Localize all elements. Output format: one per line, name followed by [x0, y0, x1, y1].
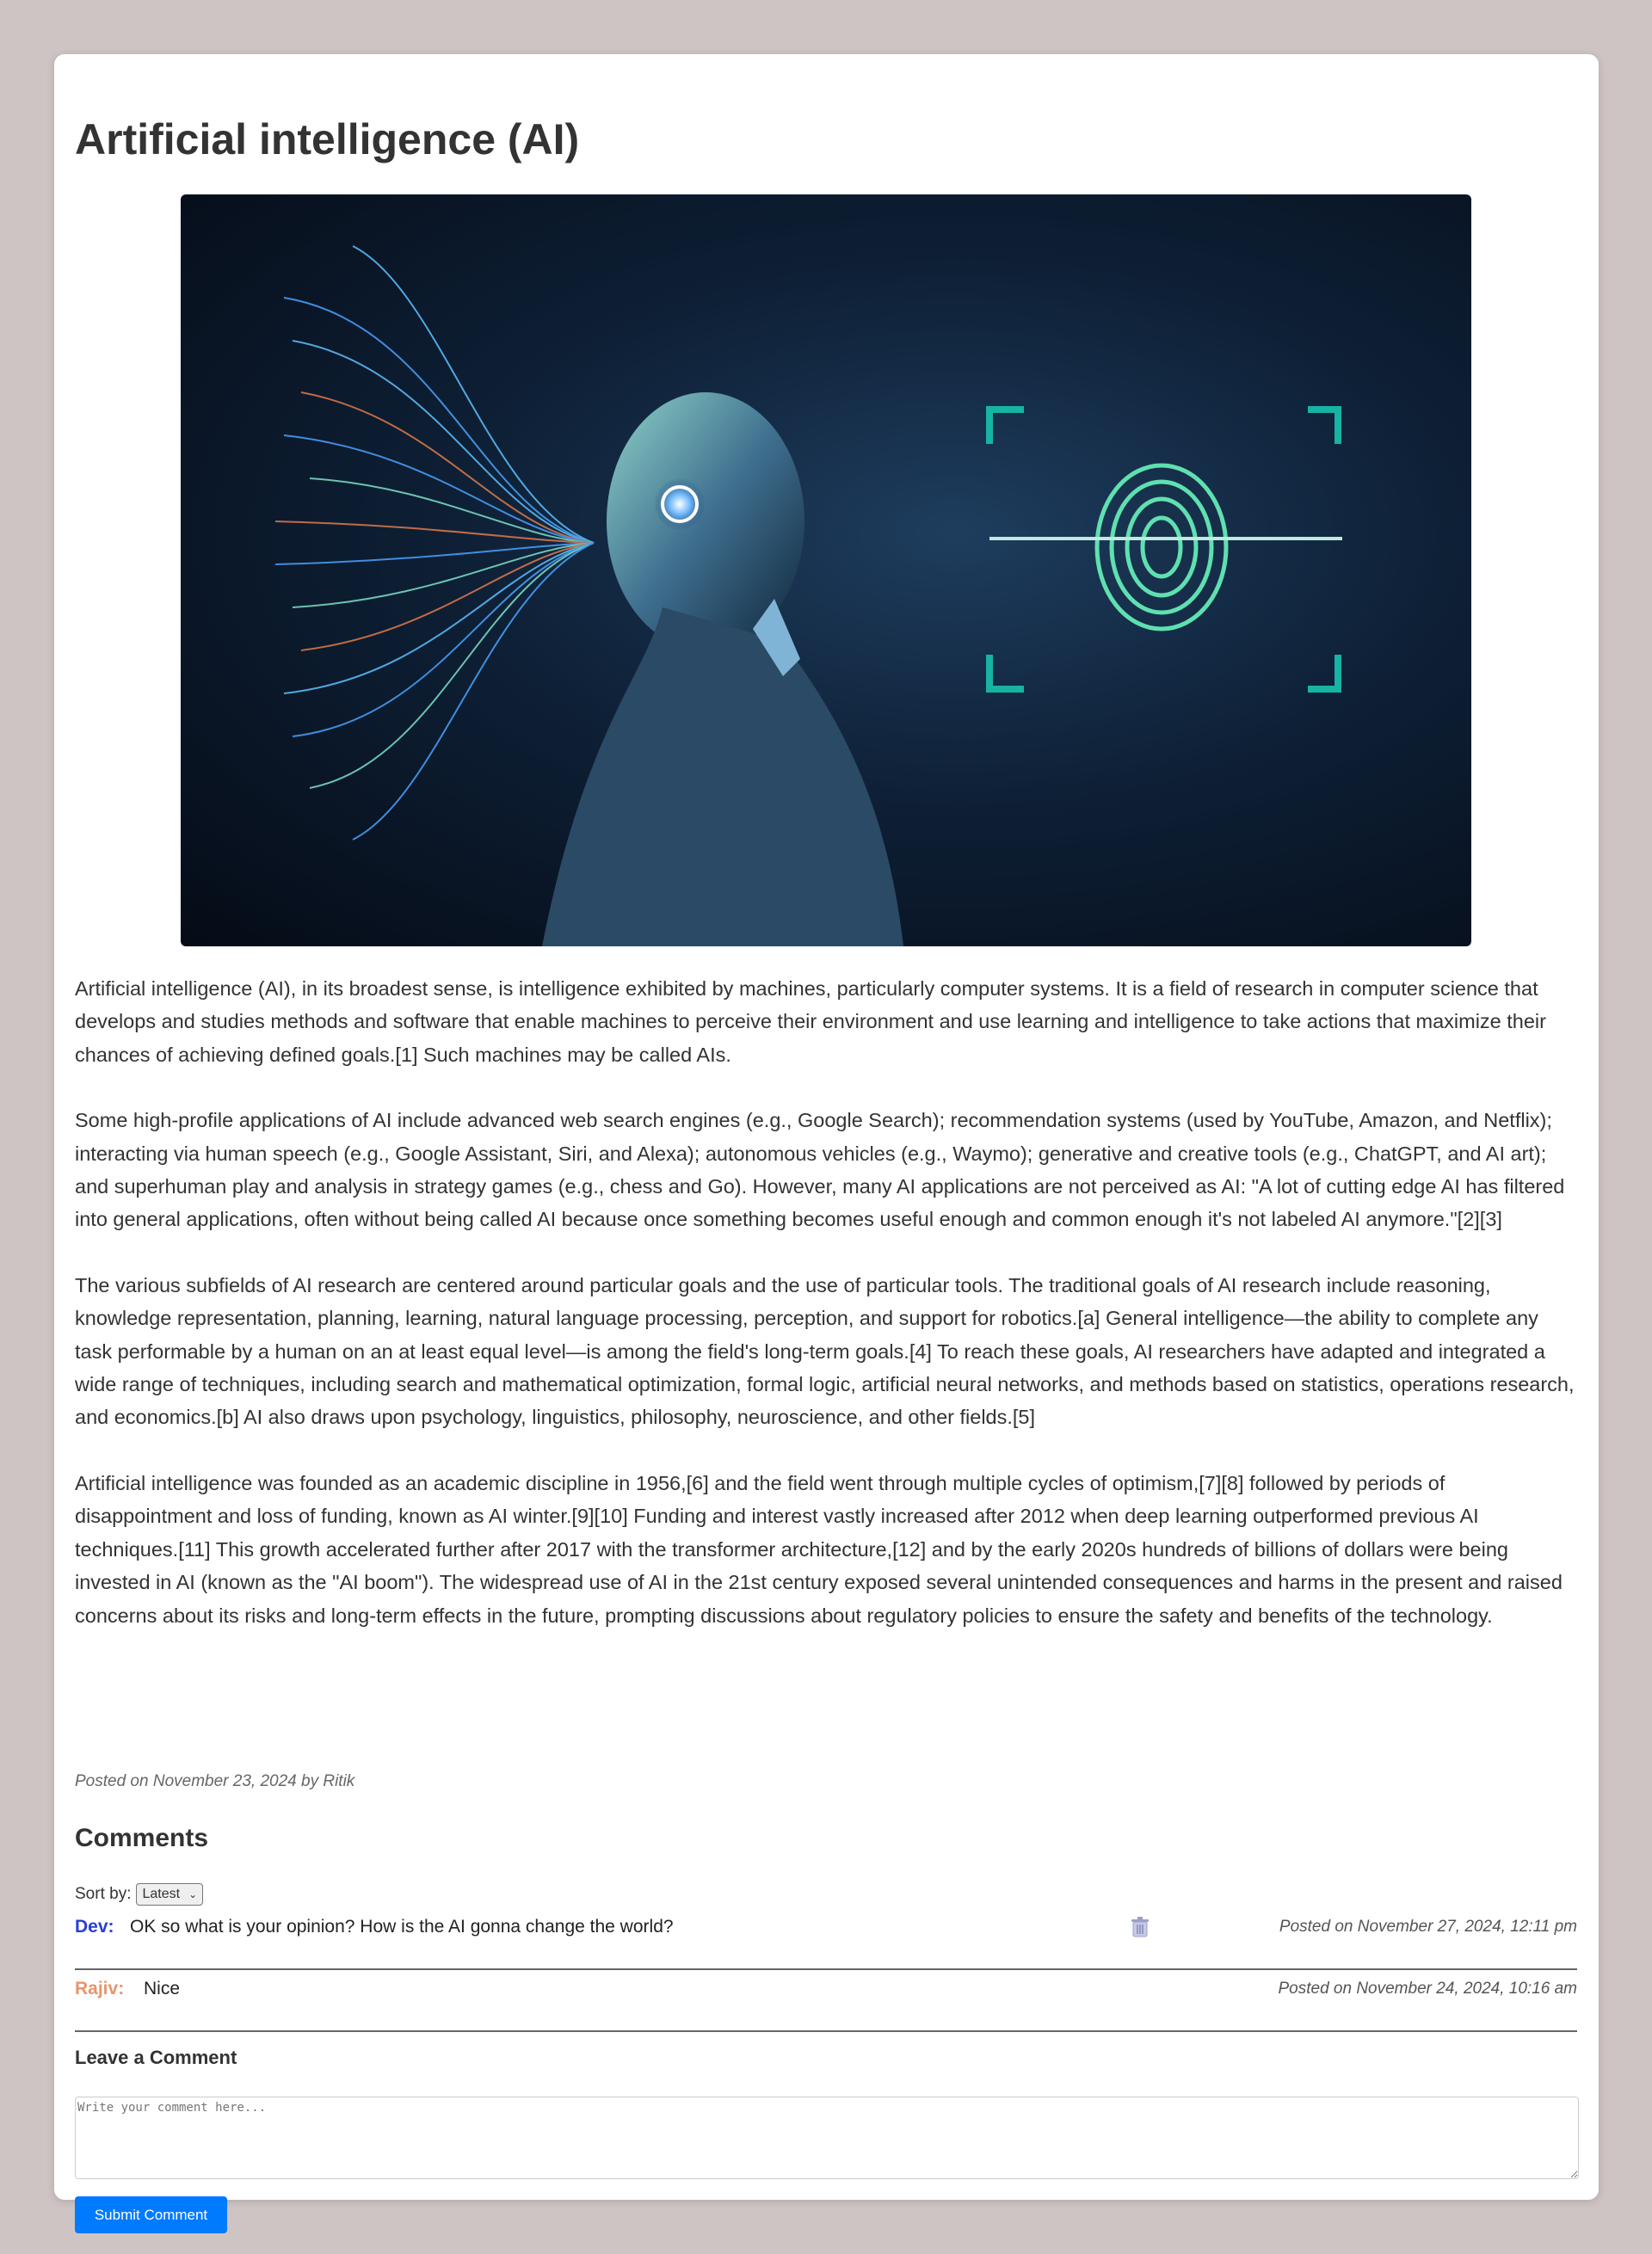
robot-illustration: [274, 245, 1342, 946]
comment-author: Rajiv:: [75, 1979, 125, 1998]
article-card: Artificial intelligence (AI) Artificial …: [54, 54, 1599, 2233]
trash-icon[interactable]: [1131, 1917, 1150, 1937]
comment-date: Posted on November 27, 2024, 12:11 pm: [1279, 1918, 1577, 1936]
article-paragraph: The various subfields of AI research are…: [75, 1273, 1575, 1429]
sort-control: Sort by: Latest ⌄: [75, 1883, 204, 1906]
comment-item: Rajiv: Nice Posted on November 24, 2024,…: [75, 1970, 1577, 2032]
sort-select[interactable]: Latest ⌄: [136, 1883, 204, 1906]
comment-text: Nice: [144, 1979, 181, 1998]
hero-image: [181, 194, 1471, 946]
article-paragraph: Some high-profile applications of AI inc…: [75, 1109, 1565, 1231]
comment-textarea[interactable]: [75, 2097, 1579, 2179]
article-paragraph: Artificial intelligence (AI), in its bro…: [75, 977, 1546, 1066]
comment-item: Dev: OK so what is your opinion? How is …: [75, 1908, 1577, 1970]
article-paragraph: Artificial intelligence was founded as a…: [75, 1471, 1563, 1627]
chevron-down-icon: ⌄: [188, 1888, 198, 1900]
comment-text: OK so what is your opinion? How is the A…: [130, 1917, 674, 1937]
leave-comment-heading: Leave a Comment: [75, 2047, 237, 2068]
sort-select-value: Latest: [142, 1887, 181, 1901]
submit-comment-button[interactable]: Submit Comment: [75, 2196, 227, 2233]
page-title: Artificial intelligence (AI): [75, 115, 580, 163]
post-meta: Posted on November 23, 2024 by Ritik: [75, 1772, 355, 1790]
article-body: Artificial intelligence (AI), in its bro…: [75, 972, 1579, 1665]
comment-date: Posted on November 24, 2024, 10:16 am: [1278, 1980, 1577, 1998]
comments-heading: Comments: [75, 1824, 209, 1852]
comment-author: Dev:: [75, 1917, 114, 1937]
sort-label: Sort by:: [75, 1885, 132, 1903]
